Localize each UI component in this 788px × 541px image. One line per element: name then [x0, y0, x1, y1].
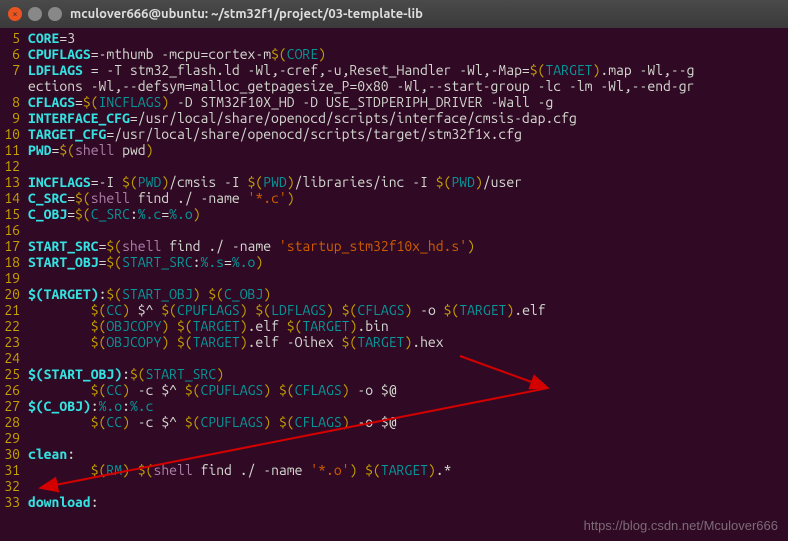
code-line: 23 $(OBJCOPY) $(TARGET).elf -Oihex $(TAR… — [0, 334, 788, 350]
code-line: 8CFLAGS=$(INCFLAGS) -D STM32F10X_HD -D U… — [0, 94, 788, 110]
code-line: 6CPUFLAGS=-mthumb -mcpu=cortex-m$(CORE) — [0, 46, 788, 62]
code-line: 17START_SRC=$(shell find ./ -name 'start… — [0, 238, 788, 254]
code-line: 30clean: — [0, 446, 788, 462]
code-line: 11PWD=$(shell pwd) — [0, 142, 788, 158]
code-line: 16 — [0, 222, 788, 238]
watermark: https://blog.csdn.net/Mculover666 — [584, 518, 778, 533]
code-line: 15C_OBJ=$(C_SRC:%.c=%.o) — [0, 206, 788, 222]
code-line: 22 $(OBJCOPY) $(TARGET).elf $(TARGET).bi… — [0, 318, 788, 334]
code-line: 13INCFLAGS=-I $(PWD)/cmsis -I $(PWD)/lib… — [0, 174, 788, 190]
code-line: 20$(TARGET):$(START_OBJ) $(C_OBJ) — [0, 286, 788, 302]
code-line: 24 — [0, 350, 788, 366]
window-minimize-button[interactable] — [28, 7, 42, 21]
code-line: 32 — [0, 478, 788, 494]
code-line: 25$(START_OBJ):$(START_SRC) — [0, 366, 788, 382]
window-close-button[interactable]: × — [8, 7, 22, 21]
code-line: 26 $(CC) -c $^ $(CPUFLAGS) $(CFLAGS) -o … — [0, 382, 788, 398]
code-line: 12 — [0, 158, 788, 174]
code-line: 19 — [0, 270, 788, 286]
code-line: 14C_SRC=$(shell find ./ -name '*.c') — [0, 190, 788, 206]
terminal-area[interactable]: 5CORE=3 6CPUFLAGS=-mthumb -mcpu=cortex-m… — [0, 28, 788, 541]
code-line: 29 — [0, 430, 788, 446]
code-line: 10TARGET_CFG=/usr/local/share/openocd/sc… — [0, 126, 788, 142]
code-line: 33download: — [0, 494, 788, 510]
code-line: 5CORE=3 — [0, 30, 788, 46]
window-title: mculover666@ubuntu: ~/stm32f1/project/03… — [70, 7, 423, 21]
code-line: 28 $(CC) -c $^ $(CPUFLAGS) $(CFLAGS) -o … — [0, 414, 788, 430]
code-line: 9INTERFACE_CFG=/usr/local/share/openocd/… — [0, 110, 788, 126]
window-maximize-button[interactable] — [48, 7, 62, 21]
code-line: 7LDFLAGS = -T stm32_flash.ld -Wl,-cref,-… — [0, 62, 788, 78]
code-line: 21 $(CC) $^ $(CPUFLAGS) $(LDFLAGS) $(CFL… — [0, 302, 788, 318]
code-line: 31 $(RM) $(shell find ./ -name '*.o') $(… — [0, 462, 788, 478]
window-controls: × — [8, 7, 62, 21]
window-titlebar: × mculover666@ubuntu: ~/stm32f1/project/… — [0, 0, 788, 28]
code-line: 18START_OBJ=$(START_SRC:%.s=%.o) — [0, 254, 788, 270]
code-line: ections -Wl,--defsym=malloc_getpagesize_… — [0, 78, 788, 94]
code-line: 27$(C_OBJ):%.o:%.c — [0, 398, 788, 414]
